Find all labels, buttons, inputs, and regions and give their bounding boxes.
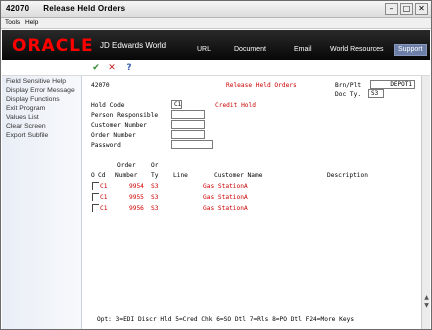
menu-bar: Tools Help [1,18,431,29]
program-id: 42070 [91,82,110,89]
col-order-bottom: Number [115,172,138,179]
window-title: 42070 Release Held Orders [6,4,125,13]
vertical-scrollbar[interactable]: ▲ ▼ [421,76,430,329]
menu-help[interactable]: Help [25,19,38,26]
row-option-field[interactable] [92,182,99,190]
oracle-banner: ORACLE JD Edwards World URL Document Ema… [2,30,430,60]
link-support[interactable]: Support [394,44,427,56]
banner-links: URL Document Email World Resources Suppo… [2,44,430,58]
row-customer-name: Gas StationA [203,205,248,212]
row-order-type: S3 [151,194,159,201]
customer-number-label: Customer Number [91,122,147,129]
col-line: Line [173,172,188,179]
col-order-top: Order [117,162,136,169]
hold-code-description: Credit Hold [215,102,256,109]
row-order-number: 9955 [129,194,144,201]
scroll-down-icon[interactable]: ▼ [423,302,430,310]
brn-plt-field[interactable]: DEPOT1 [370,80,415,89]
password-label: Password [91,142,121,149]
scroll-up-icon[interactable]: ▲ [423,294,430,302]
window-number: 42070 [6,4,30,13]
col-or-bottom: Ty [151,172,159,179]
title-bar: 42070 Release Held Orders – □ ✕ [1,1,431,18]
row-order-type: S3 [151,183,159,190]
toolbar: ✔ ✕ ? [2,60,430,76]
password-field[interactable] [171,140,213,149]
link-world-resources[interactable]: World Resources [330,46,384,53]
col-or-top: Or [151,162,159,169]
minimize-button[interactable]: – [385,3,398,15]
row-option-field[interactable] [92,193,99,201]
sidebar-item-values-list[interactable]: Values List [6,114,39,121]
form-title: Release Held Orders [226,82,297,89]
row-customer-name: Gas StationA [203,183,248,190]
sidebar-item-display-error-message[interactable]: Display Error Message [6,87,75,94]
hold-code-label: Hold Code [91,102,125,109]
row-order-number: 9954 [129,183,144,190]
sidebar-item-clear-screen[interactable]: Clear Screen [6,123,46,130]
maximize-button[interactable]: □ [400,3,413,15]
order-number-field[interactable] [171,130,205,139]
sidebar-item-field-sensitive-help[interactable]: Field Sensitive Help [6,78,66,85]
person-responsible-field[interactable] [171,110,205,119]
link-email[interactable]: Email [294,46,312,53]
ok-check-icon[interactable]: ✔ [90,62,102,74]
window-title-text: Release Held Orders [43,4,126,13]
row-order-number: 9956 [129,205,144,212]
close-button[interactable]: ✕ [415,3,428,15]
row-cd: C1 [100,205,108,212]
row-option-field[interactable] [92,204,99,212]
form-content: 42070 Release Held Orders Brn/Plt DEPOT1… [83,76,421,329]
link-document[interactable]: Document [234,46,266,53]
menu-tools[interactable]: Tools [5,19,20,26]
hold-code-field[interactable]: C1 [171,100,182,109]
col-customer-name: Customer Name [214,172,263,179]
row-cd: C1 [100,183,108,190]
cancel-x-icon[interactable]: ✕ [106,62,118,74]
doc-ty-label: Doc Ty. [335,91,362,98]
application-window: 42070 Release Held Orders – □ ✕ Tools Hel… [0,0,432,330]
row-customer-name: Gas StationA [203,194,248,201]
col-cd: Cd [98,172,106,179]
col-description: Description [327,172,368,179]
sidebar-item-export-subfile[interactable]: Export Subfile [6,132,48,139]
function-sidebar: Field Sensitive Help Display Error Messa… [2,76,82,329]
col-o: O [91,172,95,179]
window-controls: – □ ✕ [385,3,428,15]
link-url[interactable]: URL [197,46,211,53]
customer-number-field[interactable] [171,120,205,129]
doc-ty-field[interactable]: S3 [368,89,384,98]
row-cd: C1 [100,194,108,201]
sidebar-item-display-functions[interactable]: Display Functions [6,96,60,103]
footer-options: Opt: 3=EDI Discr Hld 5=Cred Chk 6=SO Dtl… [97,316,355,323]
brn-plt-label: Brn/Plt [335,82,362,89]
sidebar-item-exit-program[interactable]: Exit Program [6,105,45,112]
row-order-type: S3 [151,205,159,212]
order-number-label: Order Number [91,132,136,139]
person-responsible-label: Person Responsible [91,112,159,119]
help-question-icon[interactable]: ? [123,62,135,74]
